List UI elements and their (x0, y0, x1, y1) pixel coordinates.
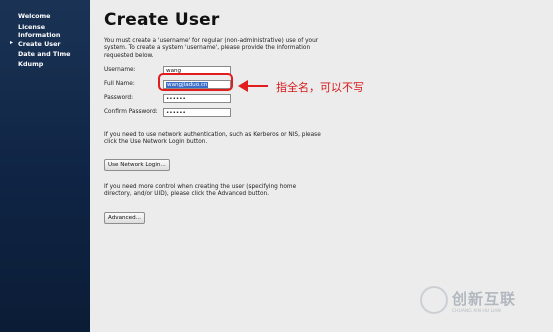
annotation-note: 指全名，可以不写 (276, 81, 364, 94)
sidebar-item-kdump: Kdump (18, 60, 44, 68)
fullname-highlight-box (158, 73, 233, 91)
sidebar-item-date-time: Date and Time (18, 50, 71, 58)
intro-text: You must create a 'username' for regular… (104, 38, 319, 59)
main-panel: Create User You must create a 'username'… (90, 0, 553, 332)
username-label: Username: (104, 67, 136, 73)
page-title: Create User (104, 10, 220, 30)
use-network-login-button[interactable]: Use Network Login... (104, 159, 170, 171)
confirm-password-label: Confirm Password: (104, 109, 158, 115)
confirm-password-field[interactable]: •••••• (163, 108, 231, 117)
current-step-icon: ▸ (10, 39, 14, 46)
watermark-logo-icon (420, 286, 448, 314)
sidebar: Welcome License Information ▸ Create Use… (0, 0, 90, 332)
network-help-text: If you need to use network authenticatio… (104, 132, 321, 146)
fullname-label: Full Name: (104, 81, 135, 87)
annotation-arrow-icon (238, 80, 268, 92)
sidebar-item-create-user: Create User (18, 40, 61, 48)
watermark-subtext: CHUANG XIN HU LIAN (452, 309, 501, 314)
advanced-help-text: If you need more control when creating t… (104, 184, 297, 198)
password-field[interactable]: •••••• (163, 94, 231, 103)
password-label: Password: (104, 95, 134, 101)
watermark-text: 创新互联 (452, 290, 517, 308)
sidebar-item-welcome: Welcome (18, 12, 51, 20)
sidebar-item-license: License (18, 23, 46, 31)
sidebar-item-information: Information (18, 31, 61, 39)
advanced-button[interactable]: Advanced... (104, 212, 145, 224)
